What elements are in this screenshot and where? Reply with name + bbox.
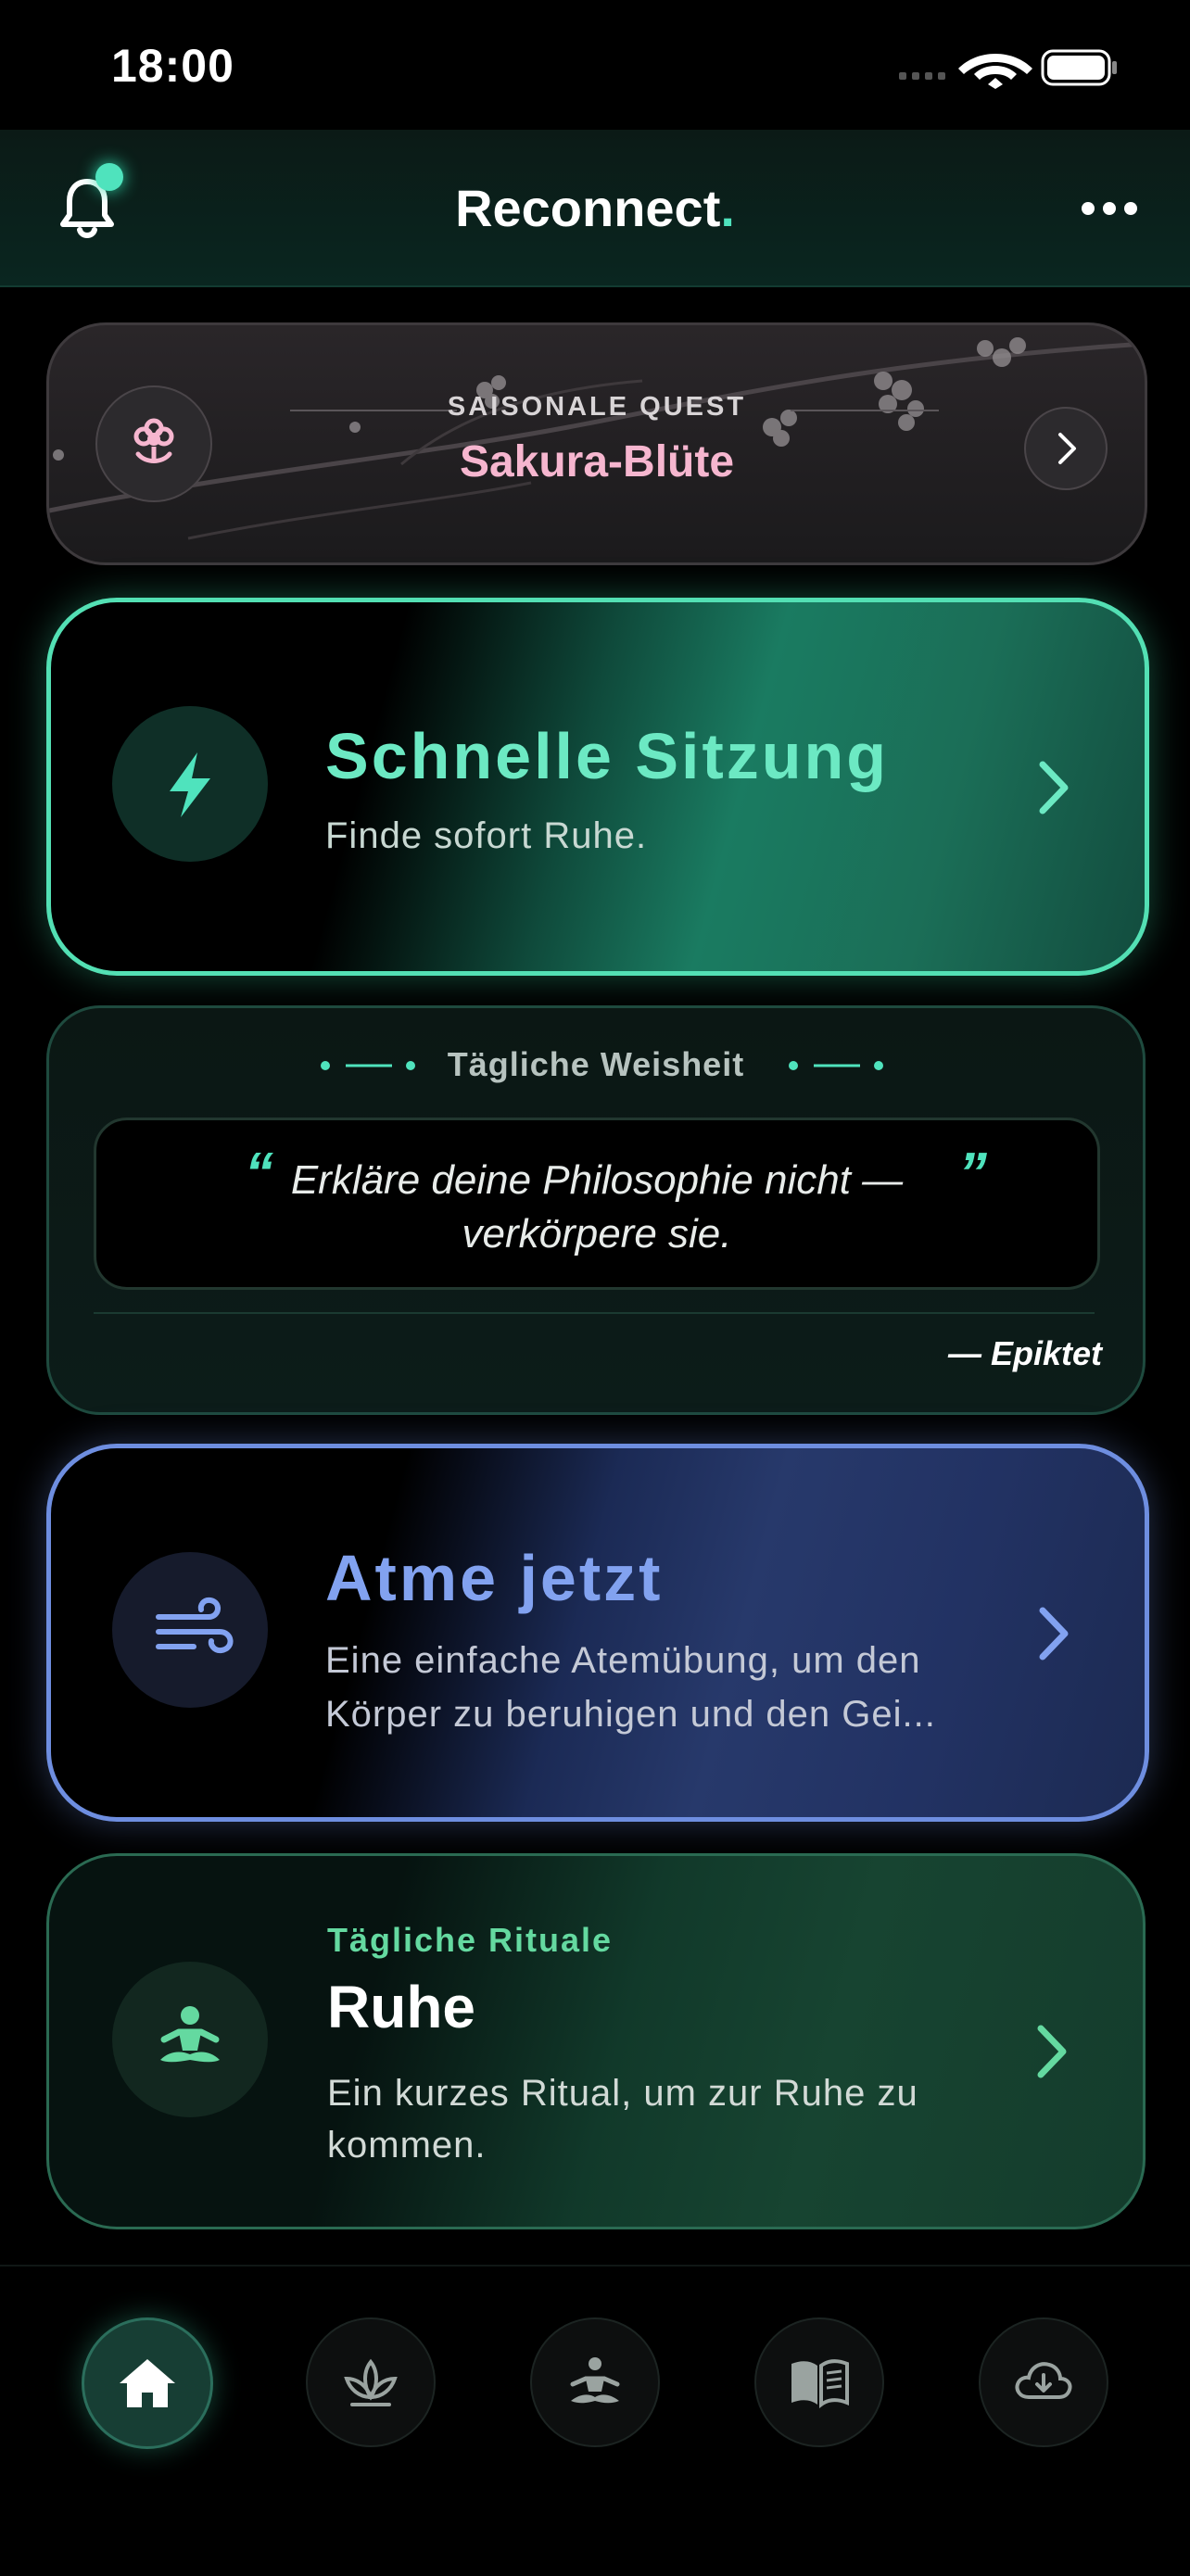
chevron-right-icon — [1037, 2025, 1067, 2078]
tab-bar — [0, 2265, 1190, 2576]
chevron-right-icon — [1039, 1607, 1069, 1661]
wifi-icon — [958, 54, 1032, 89]
status-time: 18:00 — [111, 40, 234, 92]
daily-wisdom-card: Tägliche Weisheit “ Erkläre deine Philos… — [46, 1005, 1146, 1415]
quote-text: Erkläre deine Philosophie nicht — verkör… — [290, 1157, 904, 1256]
battery-icon — [1041, 49, 1117, 86]
status-icons — [899, 49, 1117, 89]
breathe-icon-circle — [112, 1552, 268, 1708]
quest-arrow-button[interactable] — [1024, 407, 1108, 490]
wind-icon — [156, 1597, 234, 1654]
quest-label: SAISONALE QUEST — [447, 392, 747, 422]
quick-session-subtitle: Finde sofort Ruhe. — [325, 815, 648, 856]
app-title-dot: . — [720, 179, 735, 237]
chevron-right-icon — [1058, 433, 1076, 464]
book-icon — [791, 2359, 849, 2408]
app-title: Reconnect. — [455, 179, 735, 237]
breathe-subtitle: Eine einfache Atemübung, um den Körper z… — [325, 1640, 936, 1735]
tab-lotus[interactable] — [306, 2317, 436, 2447]
daily-ritual-card[interactable]: Tägliche Rituale Ruhe Ein kurzes Ritual,… — [46, 1853, 1146, 2229]
quote-author: — Epiktet — [947, 1334, 1102, 1372]
ornament-right — [789, 1061, 883, 1070]
meditation-icon — [160, 2006, 220, 2063]
lightning-icon — [170, 752, 210, 817]
meditation-icon — [570, 2357, 620, 2404]
breathe-card[interactable]: Atme jetzt Eine einfache Atemübung, um d… — [46, 1444, 1149, 1822]
quick-session-icon-circle — [112, 706, 268, 862]
quick-session-title: Schnelle Sitzung — [325, 720, 890, 792]
cloud-download-icon — [1015, 2362, 1072, 2399]
more-options-icon[interactable] — [1077, 190, 1142, 227]
quest-title: Sakura-Blüte — [459, 437, 735, 486]
quote-close-mark: ” — [958, 1142, 987, 1206]
ritual-icon-circle — [112, 1962, 268, 2117]
tab-journal[interactable] — [754, 2317, 884, 2447]
tab-home[interactable] — [82, 2317, 213, 2449]
quote-box: “ Erkläre deine Philosophie nicht — verk… — [94, 1118, 1100, 1290]
cellular-signal-icon — [899, 72, 945, 80]
ritual-title: Ruhe — [327, 1974, 475, 2040]
ritual-subtitle: Ein kurzes Ritual, um zur Ruhe zu kommen… — [327, 2073, 918, 2166]
ritual-label: Tägliche Rituale — [327, 1921, 614, 1959]
quick-session-card[interactable]: Schnelle Sitzung Finde sofort Ruhe. — [46, 598, 1149, 976]
home-icon — [120, 2359, 175, 2407]
divider — [94, 1312, 1095, 1314]
tab-downloads[interactable] — [979, 2317, 1108, 2447]
seasonal-quest-card[interactable]: SAISONALE QUEST Sakura-Blüte — [46, 322, 1147, 565]
breathe-title: Atme jetzt — [325, 1542, 664, 1614]
lotus-icon — [344, 2358, 398, 2406]
wisdom-heading: Tägliche Weisheit — [447, 1045, 745, 1083]
tab-meditation[interactable] — [530, 2317, 660, 2447]
chevron-right-icon — [1039, 761, 1069, 814]
